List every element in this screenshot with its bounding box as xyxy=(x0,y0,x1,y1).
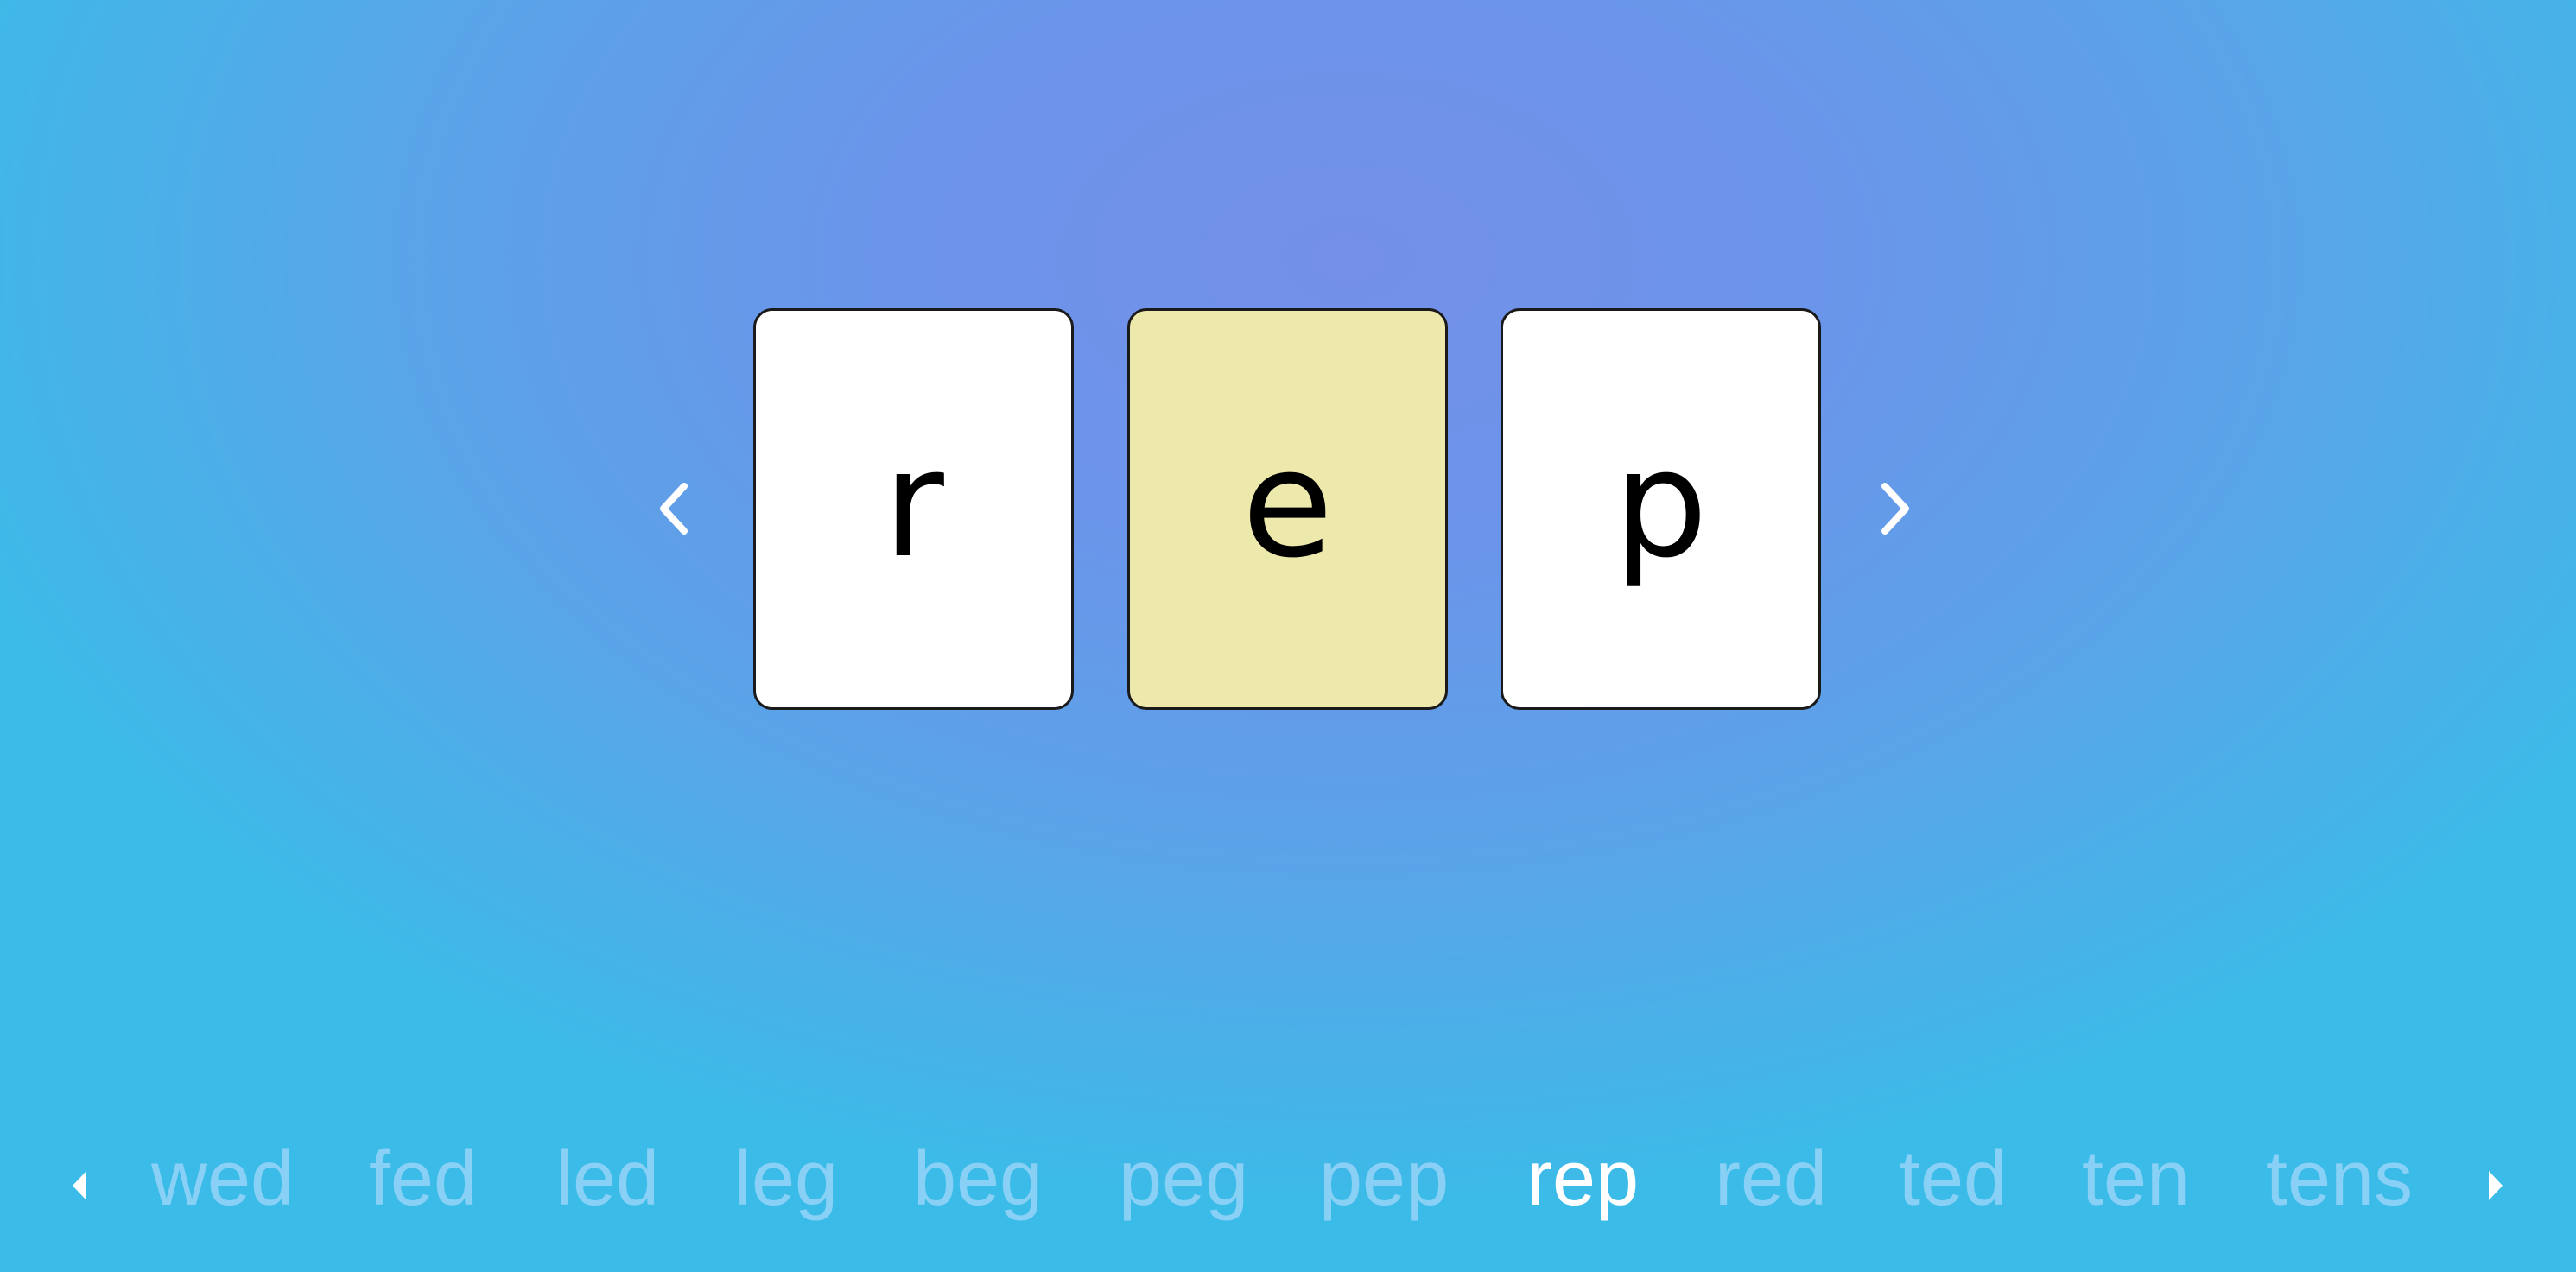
card-letter: p xyxy=(1613,416,1709,591)
word-item[interactable]: wed xyxy=(151,1131,294,1226)
word-item[interactable]: ted xyxy=(1899,1131,2007,1226)
letter-card-highlighted[interactable]: e xyxy=(1127,308,1448,710)
word-item[interactable]: red xyxy=(1715,1131,1827,1226)
word-item[interactable]: beg xyxy=(913,1131,1043,1226)
card-letter: e xyxy=(1241,416,1334,591)
letter-card[interactable]: p xyxy=(1501,308,1821,710)
word-item[interactable]: pep xyxy=(1319,1131,1449,1226)
next-chevron-button[interactable] xyxy=(1876,479,1914,538)
letter-card[interactable]: r xyxy=(753,308,1074,710)
card-letter: r xyxy=(883,416,944,591)
word-strip-next-button[interactable] xyxy=(2487,1169,2504,1202)
word-item[interactable]: led xyxy=(555,1131,659,1226)
word-item-active[interactable]: rep xyxy=(1526,1131,1639,1226)
chevron-left-icon xyxy=(660,483,688,535)
word-item[interactable]: fed xyxy=(369,1131,477,1226)
word-history-strip: wed fed led leg beg peg pep rep red ted … xyxy=(0,1131,2576,1226)
word-item[interactable]: leg xyxy=(734,1131,838,1226)
word-item[interactable]: tens xyxy=(2266,1131,2413,1226)
previous-chevron-button[interactable] xyxy=(655,479,693,538)
triangle-right-icon xyxy=(2489,1171,2503,1200)
word-item[interactable]: peg xyxy=(1119,1131,1248,1226)
chevron-right-icon xyxy=(1881,483,1909,535)
word-item[interactable]: ten xyxy=(2082,1131,2190,1226)
